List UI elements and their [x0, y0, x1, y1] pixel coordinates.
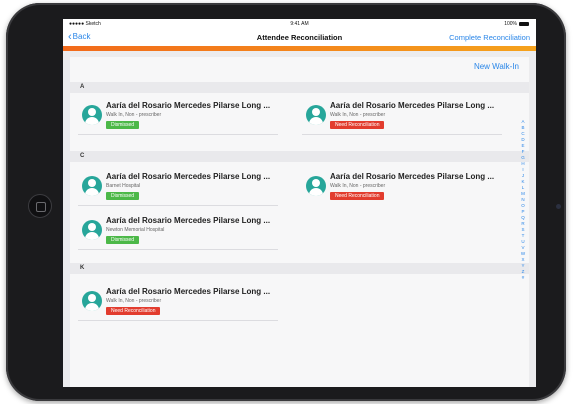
- index-letter[interactable]: #: [522, 275, 525, 281]
- attendee-name: Aaría del Rosario Mercedes Pilarse Long …: [106, 172, 271, 181]
- list-item[interactable]: Aaría del Rosario Mercedes Pilarse Long …: [78, 97, 278, 135]
- avatar-icon: [82, 105, 102, 125]
- list-item[interactable]: Aaría del Rosario Mercedes Pilarse Long …: [302, 97, 502, 135]
- avatar-icon: [82, 291, 102, 311]
- avatar-icon: [82, 176, 102, 196]
- attendee-subtitle: Newton Memorial Hospital: [106, 227, 165, 233]
- avatar-icon: [306, 105, 326, 125]
- attendee-name: Aaría del Rosario Mercedes Pilarse Long …: [106, 101, 271, 110]
- battery-indicator: 100%: [504, 21, 529, 27]
- avatar-icon: [82, 220, 102, 240]
- row-divider: [302, 134, 502, 135]
- attendee-subtitle: Walk In, Non - prescriber: [106, 112, 162, 118]
- app-screen: ●●●●● Sketch 9:41 AM 100% ‹ Back Attende…: [63, 19, 536, 387]
- status-badge: Dismissed: [106, 236, 140, 244]
- row-divider: [78, 249, 278, 250]
- clock: 9:41 AM: [290, 21, 309, 27]
- attendee-name: Aaría del Rosario Mercedes Pilarse Long …: [330, 172, 495, 181]
- row-divider: [78, 320, 278, 321]
- accent-bar: [63, 46, 536, 51]
- new-walk-in-button[interactable]: New Walk-In: [474, 62, 519, 71]
- status-bar: ●●●●● Sketch 9:41 AM 100%: [63, 19, 536, 29]
- alphabet-index[interactable]: A B C D E F G H I J K L M N O P Q R S T: [519, 119, 527, 281]
- status-badge: Dismissed: [106, 192, 140, 200]
- attendee-subtitle: Walk In, Non - prescriber: [330, 112, 386, 118]
- section-header-k: K: [70, 263, 529, 274]
- ipad-frame: ●●●●● Sketch 9:41 AM 100% ‹ Back Attende…: [6, 3, 566, 401]
- navigation-bar: ‹ Back Attendee Reconciliation Complete …: [63, 29, 536, 46]
- attendee-name: Aaría del Rosario Mercedes Pilarse Long …: [330, 101, 495, 110]
- row-divider: [78, 205, 278, 206]
- list-item[interactable]: Aaría del Rosario Mercedes Pilarse Long …: [78, 168, 278, 206]
- attendee-name: Aaría del Rosario Mercedes Pilarse Long …: [106, 287, 271, 296]
- attendee-subtitle: Walk In, Non - prescriber: [106, 298, 162, 304]
- battery-percent: 100%: [504, 21, 517, 27]
- attendee-name: Aaría del Rosario Mercedes Pilarse Long …: [106, 216, 271, 225]
- status-badge: Need Reconciliation: [330, 192, 385, 200]
- attendee-list: New Walk-In A Aaría del Rosario Mercedes…: [70, 57, 529, 387]
- list-item[interactable]: Aaría del Rosario Mercedes Pilarse Long …: [78, 283, 278, 321]
- row-divider: [78, 134, 278, 135]
- avatar-icon: [306, 176, 326, 196]
- section-header-c: C: [70, 151, 529, 162]
- list-item[interactable]: Aaría del Rosario Mercedes Pilarse Long …: [78, 212, 278, 250]
- status-badge: Need Reconciliation: [330, 121, 385, 129]
- home-button[interactable]: [28, 194, 52, 218]
- camera-lens: [556, 204, 561, 209]
- attendee-subtitle: Barnet Hospital: [106, 183, 141, 189]
- status-badge: Need Reconciliation: [106, 307, 161, 315]
- status-badge: Dismissed: [106, 121, 140, 129]
- complete-reconciliation-button[interactable]: Complete Reconciliation: [449, 33, 530, 42]
- section-header-a: A: [70, 82, 529, 93]
- battery-icon: [519, 22, 529, 26]
- list-item[interactable]: Aaría del Rosario Mercedes Pilarse Long …: [302, 168, 502, 206]
- attendee-subtitle: Walk In, Non - prescriber: [330, 183, 386, 189]
